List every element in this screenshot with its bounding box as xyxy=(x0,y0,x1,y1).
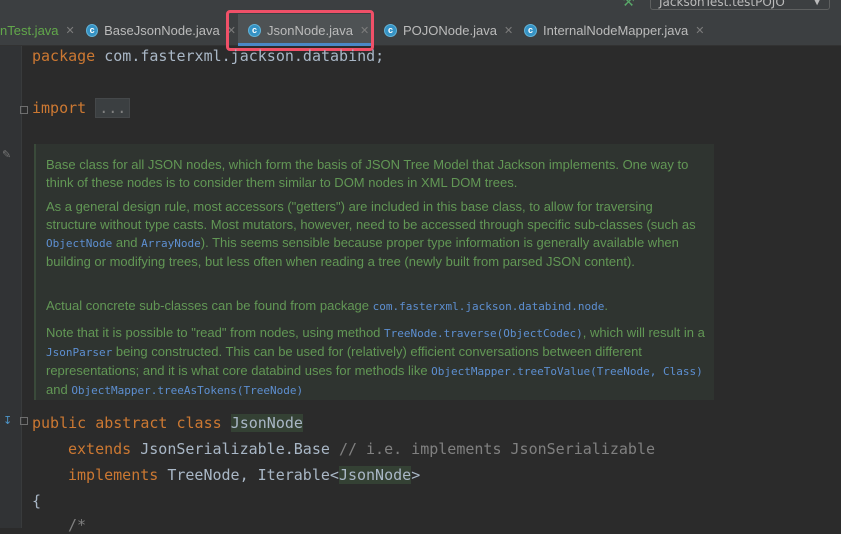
block-comment-start: /* xyxy=(68,516,87,534)
code-link[interactable]: ArrayNode xyxy=(141,237,201,250)
rendered-javadoc: Base class for all JSON nodes, which for… xyxy=(34,144,714,400)
code-link[interactable]: ObjectMapper.treeAsTokens(TreeNode) xyxy=(71,384,303,397)
class-declaration-line: public abstract class JsonNode xyxy=(32,414,303,432)
folded-imports[interactable]: ... xyxy=(95,98,131,118)
javadoc-text: and xyxy=(46,382,72,397)
editor-gutter: ✎ ↧ xyxy=(0,46,28,528)
javadoc-text: Base class for all JSON nodes, which for… xyxy=(46,157,689,190)
class-icon: c xyxy=(384,23,397,37)
highlight-annotation-box xyxy=(226,10,374,51)
keyword: extends xyxy=(68,440,132,458)
type-name[interactable]: JsonNode xyxy=(338,466,412,484)
class-name[interactable]: JsonNode xyxy=(230,414,303,432)
tab-jacksontest[interactable]: nTest.java ✕ xyxy=(0,14,80,46)
pencil-icon: ✎ xyxy=(2,148,12,161)
brace: { xyxy=(32,492,42,510)
tab-basejsonnode[interactable]: c BaseJsonNode.java ✕ xyxy=(86,14,236,46)
javadoc-paragraph: Actual concrete sub-classes can be found… xyxy=(46,297,706,316)
code-link[interactable]: com.fasterxml.jackson.databind.node xyxy=(373,300,605,313)
javadoc-text: . xyxy=(604,298,609,313)
javadoc-text: Actual concrete sub-classes can be found… xyxy=(46,298,373,313)
build-hammer-icon[interactable]: ⚒ xyxy=(622,0,635,10)
keyword: implements xyxy=(68,466,159,484)
javadoc-paragraph: Base class for all JSON nodes, which for… xyxy=(46,156,706,192)
tab-label: BaseJsonNode.java xyxy=(104,22,220,38)
keyword: abstract xyxy=(95,414,168,432)
extends-line: extends JsonSerializable.Base // i.e. im… xyxy=(68,440,655,458)
javadoc-paragraph: As a general design rule, most accessors… xyxy=(46,198,706,271)
code-link[interactable]: JsonParser xyxy=(46,346,112,359)
package-line: package com.fasterxml.jackson.databind; xyxy=(32,47,384,65)
chevron-down-icon: ▼ xyxy=(813,0,821,7)
close-icon[interactable]: ✕ xyxy=(504,24,513,37)
line-comment: // i.e. implements JsonSerializable xyxy=(338,440,656,458)
type-name[interactable]: TreeNode, xyxy=(167,466,248,484)
code-link[interactable]: ObjectNode xyxy=(46,237,112,250)
import-line: import ... xyxy=(32,98,131,118)
code-link[interactable]: ObjectMapper.treeToValue(TreeNode, Class… xyxy=(431,365,703,378)
keyword: import xyxy=(32,99,87,117)
javadoc-paragraph: Note that it is possible to "read" from … xyxy=(46,324,706,400)
close-icon[interactable]: ✕ xyxy=(66,24,75,37)
type-name[interactable]: JsonSerializable.Base xyxy=(140,440,330,458)
run-configuration-label: JacksonTest.testPOJO xyxy=(659,0,785,9)
editor-tab-bar: nTest.java ✕ c BaseJsonNode.java ✕ c Jso… xyxy=(0,14,841,46)
package-name: com.fasterxml.jackson.databind; xyxy=(104,47,385,65)
tab-internalnodemapper[interactable]: c InternalNodeMapper.java ✕ xyxy=(524,14,724,46)
implements-line: implements TreeNode, Iterable<JsonNode> xyxy=(68,466,420,484)
tab-pojonode[interactable]: c POJONode.java ✕ xyxy=(384,14,514,46)
class-icon: c xyxy=(86,23,99,37)
fold-icon[interactable] xyxy=(20,106,28,114)
keyword: class xyxy=(176,414,222,432)
comment-start-line: /* xyxy=(68,516,86,534)
close-icon[interactable]: ✕ xyxy=(695,24,704,37)
fold-icon[interactable] xyxy=(20,417,28,425)
type-punct: > xyxy=(411,466,421,484)
implemented-marker-icon[interactable]: ↧ xyxy=(3,414,12,427)
javadoc-text: , which will result in a xyxy=(582,325,705,340)
class-icon: c xyxy=(524,23,537,37)
javadoc-text: and xyxy=(112,235,142,250)
open-brace-line: { xyxy=(32,492,41,510)
keyword: public xyxy=(32,414,87,432)
javadoc-text: Note that it is possible to "read" from … xyxy=(46,325,385,340)
tab-label: InternalNodeMapper.java xyxy=(543,22,689,38)
type-name[interactable]: Iterable< xyxy=(258,466,339,484)
run-configuration-selector[interactable]: JacksonTest.testPOJO ▼ xyxy=(650,0,830,10)
javadoc-text: As a general design rule, most accessors… xyxy=(46,199,696,232)
code-link[interactable]: TreeNode.traverse(ObjectCodec) xyxy=(384,327,583,340)
keyword: package xyxy=(32,47,96,65)
tab-label: POJONode.java xyxy=(403,22,497,38)
tab-label: nTest.java xyxy=(0,22,59,38)
